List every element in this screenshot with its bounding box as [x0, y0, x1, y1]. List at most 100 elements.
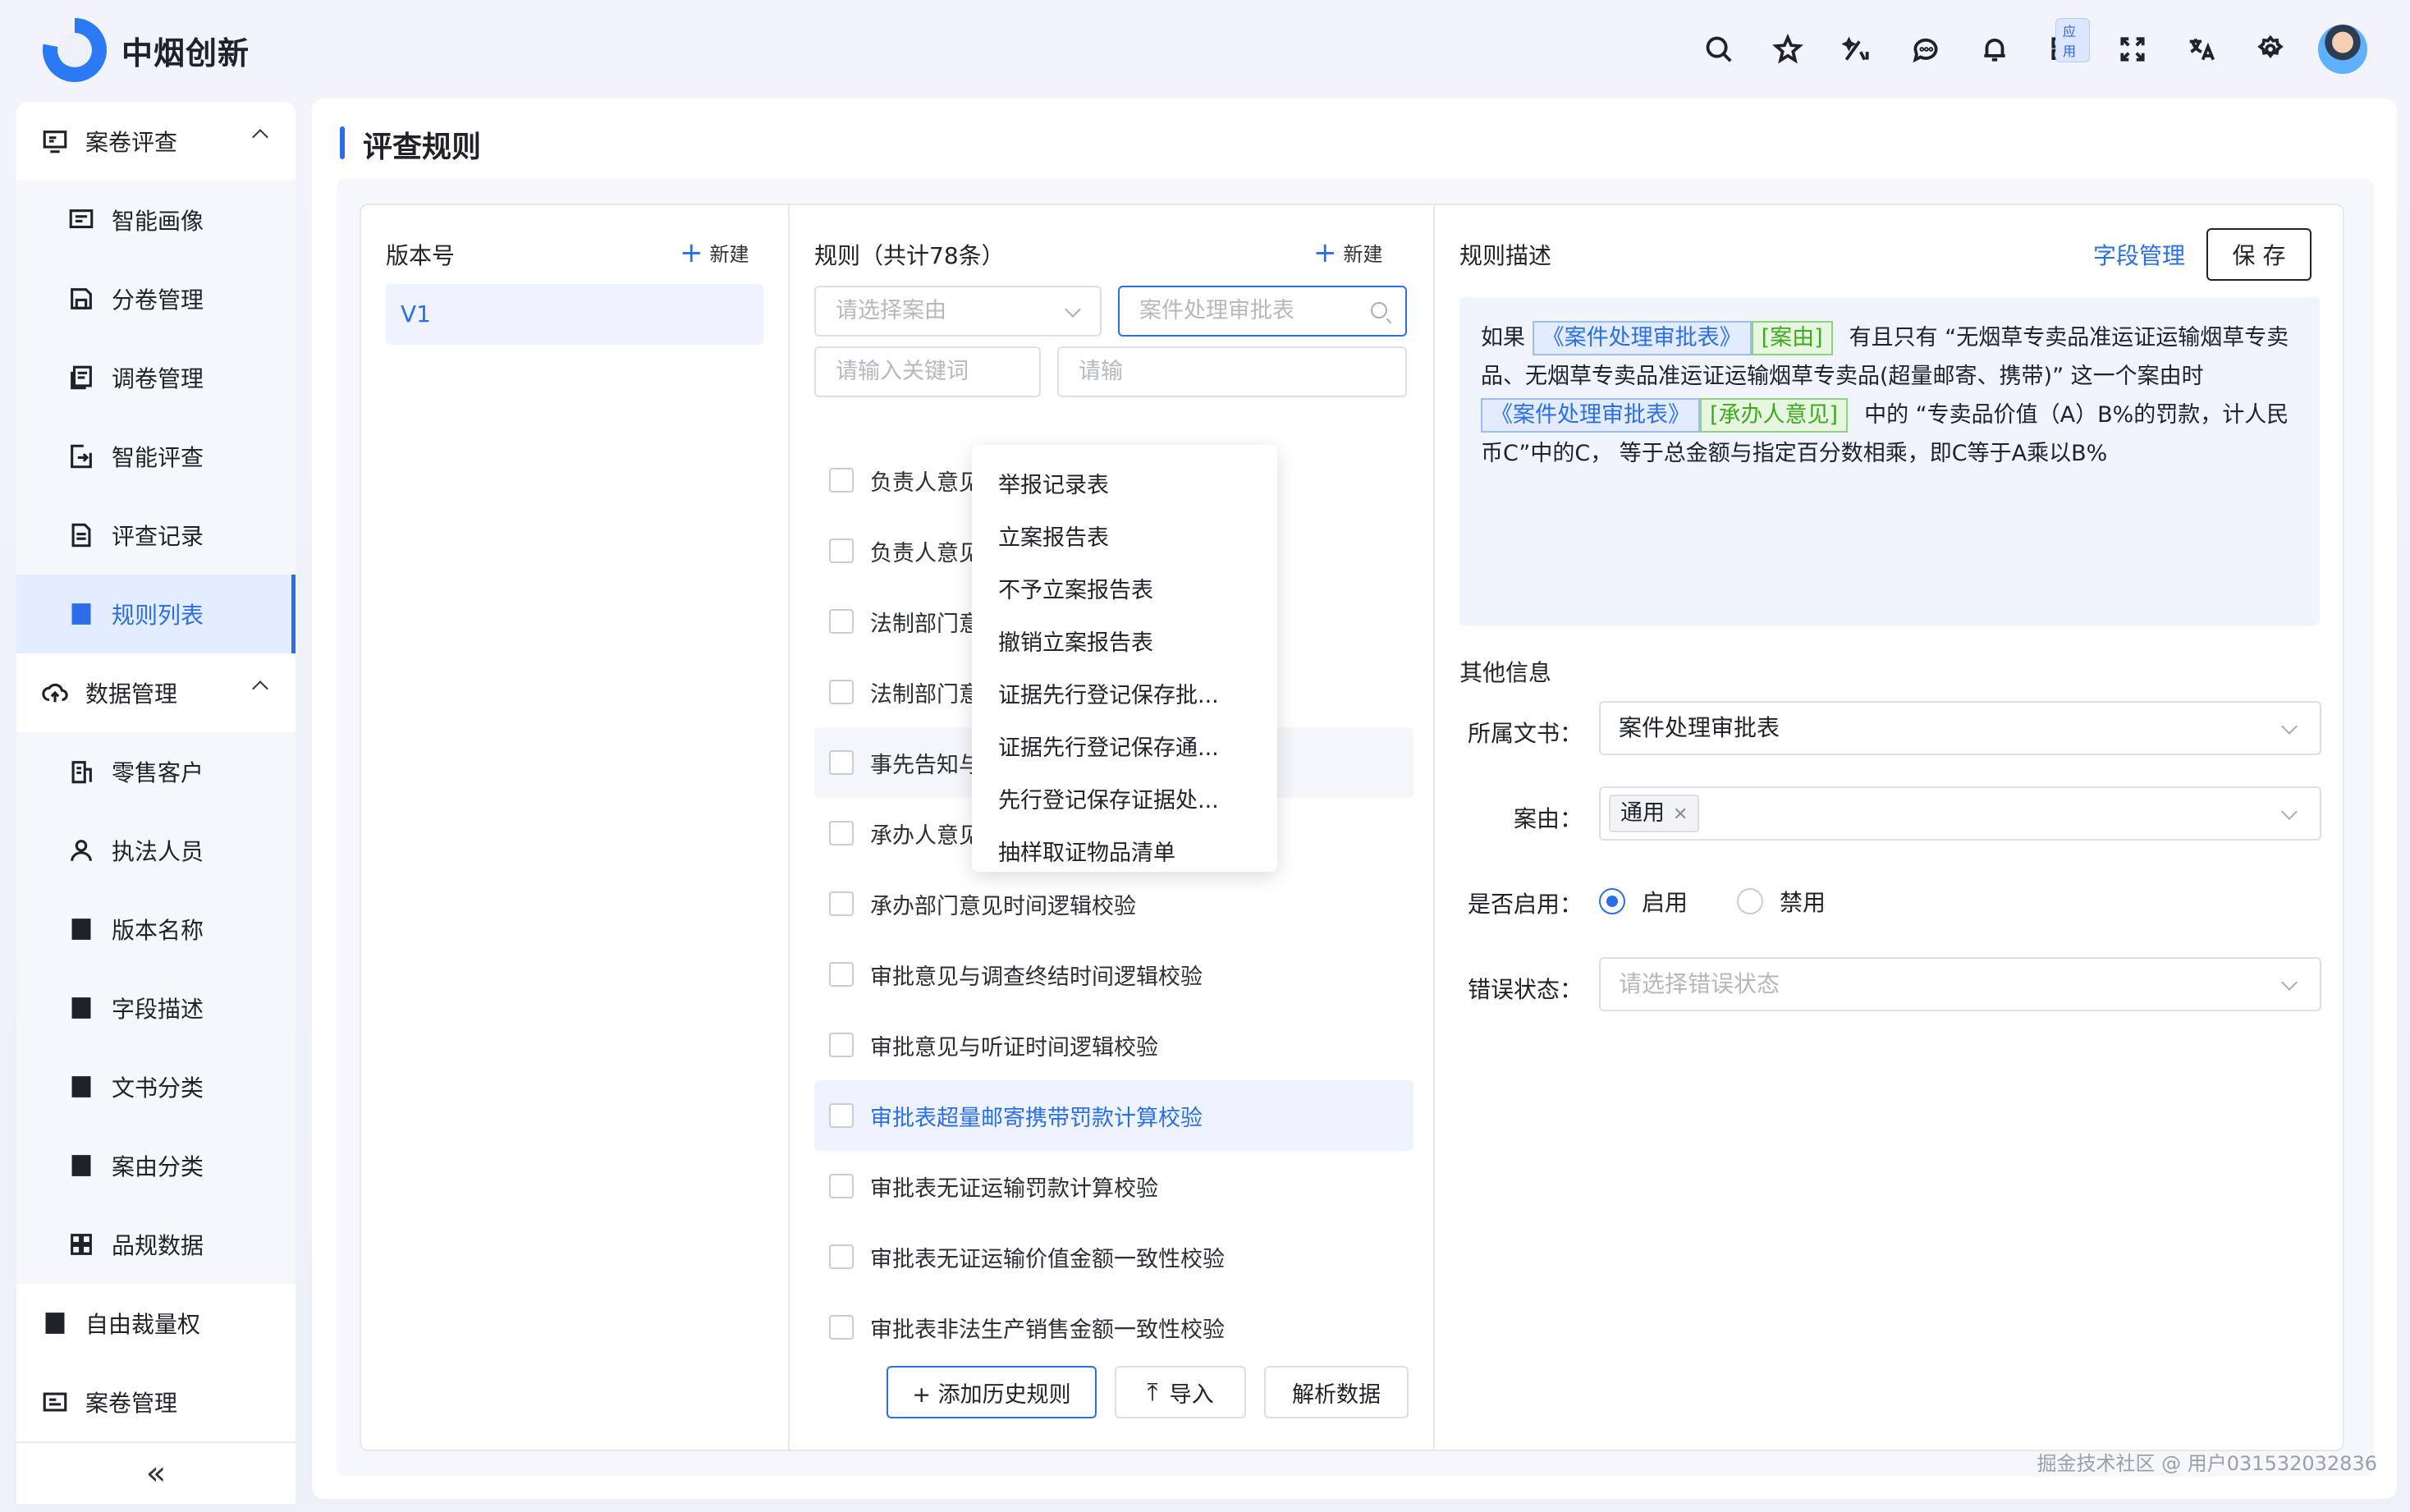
sidebar-group-label: 数据管理	[85, 680, 178, 708]
checkbox[interactable]	[829, 680, 854, 704]
keyword-input-2[interactable]: 请输	[1057, 346, 1407, 397]
rule-label: 审批意见与听证时间逻辑校验	[870, 1034, 1158, 1061]
doc-tag: 《案件处理审批表》	[1532, 321, 1752, 355]
case-select[interactable]: 请选择案由	[814, 286, 1102, 337]
chevron-down-icon	[2281, 804, 2298, 820]
doc-dropdown: 举报记录表 立案报告表 不予立案报告表 撤销立案报告表 证据先行登记保存批...…	[972, 445, 1277, 872]
sidebar-group-case-review[interactable]: 案卷评查	[16, 102, 296, 181]
apps-icon[interactable]: 应用	[2037, 18, 2090, 76]
search-icon[interactable]	[1693, 23, 1745, 76]
dropdown-option[interactable]: 撤销立案报告表	[972, 617, 1277, 670]
sidebar-item-label: 版本名称	[112, 917, 204, 944]
error-select[interactable]: 请选择错误状态	[1599, 957, 2321, 1011]
chat-icon[interactable]	[1899, 23, 1952, 76]
sidebar-item-case-files[interactable]: 案卷管理	[16, 1363, 296, 1440]
chevron-up-icon[interactable]	[252, 680, 268, 697]
sidebar-item-label: 字段描述	[112, 996, 204, 1023]
checkbox[interactable]	[829, 538, 854, 563]
star-icon[interactable]	[1762, 23, 1814, 76]
case-multiselect[interactable]: 通用 ✕	[1599, 786, 2321, 841]
list-item[interactable]: 审批表非法生产销售金额一致性校验	[814, 1292, 1413, 1363]
upload-icon: ⤒	[1147, 1377, 1158, 1407]
list-item[interactable]: 审批意见与听证时间逻辑校验	[814, 1010, 1413, 1080]
checkbox[interactable]	[829, 821, 854, 845]
dropdown-option[interactable]: 举报记录表	[972, 460, 1277, 512]
sidebar-submenu-case: 智能画像 分卷管理 调卷管理 智能评查 评查记录 规则列表	[16, 181, 296, 653]
list-item[interactable]: 审批表无证运输价值金额一致性校验	[814, 1221, 1413, 1292]
checkbox[interactable]	[829, 1174, 854, 1198]
radio-enable-label[interactable]: 启用	[1642, 885, 1688, 918]
ai-wand-icon[interactable]	[1830, 23, 1883, 76]
checkbox[interactable]	[829, 468, 854, 493]
avatar[interactable]	[2318, 25, 2367, 74]
checkbox[interactable]	[829, 1103, 854, 1128]
sidebar-item-case-class[interactable]: 案由分类	[16, 1126, 296, 1205]
plus-icon: +	[680, 236, 703, 269]
dropdown-option[interactable]: 先行登记保存证据处...	[972, 775, 1277, 827]
dropdown-option[interactable]: 立案报告表	[972, 512, 1277, 565]
bell-icon[interactable]	[1968, 23, 2021, 76]
case-select-placeholder: 请选择案由	[836, 298, 946, 323]
version-item[interactable]: V1	[386, 284, 763, 345]
dropdown-option[interactable]: 证据先行登记保存通...	[972, 722, 1277, 775]
new-rule-button[interactable]: + 新建	[1313, 238, 1383, 267]
gear-icon[interactable]	[2244, 23, 2297, 76]
sidebar-item-version-names[interactable]: 版本名称	[16, 890, 296, 969]
building-icon	[71, 761, 92, 784]
checkbox[interactable]	[829, 891, 854, 916]
checkbox[interactable]	[829, 1315, 854, 1340]
close-icon[interactable]: ✕	[1673, 804, 1688, 825]
radio-disable[interactable]	[1737, 888, 1764, 914]
field-manage-link[interactable]: 字段管理	[2093, 238, 2185, 271]
checkbox[interactable]	[829, 1033, 854, 1057]
save-button[interactable]: 保 存	[2206, 228, 2311, 281]
enable-radio-group: 启用 禁用	[1599, 885, 1826, 918]
sidebar-item-volume[interactable]: 分卷管理	[16, 259, 296, 338]
sidebar-item-rule-list[interactable]: 规则列表	[16, 575, 296, 653]
list-item[interactable]: 审批表无证运输罚款计算校验	[814, 1151, 1413, 1221]
search-icon	[1371, 302, 1387, 318]
rule-description[interactable]: 如果 《案件处理审批表》 [案由] 有且只有 “无烟草专卖品准运证运输烟草专卖品、无…	[1459, 297, 2320, 625]
keyword-placeholder: 请输入关键词	[836, 359, 969, 384]
checkbox[interactable]	[829, 1244, 854, 1269]
parse-data-button[interactable]: 解析数据	[1264, 1366, 1409, 1418]
logo[interactable]: 中烟创新	[43, 18, 250, 82]
list-icon	[71, 1076, 91, 1097]
sidebar-item-review-log[interactable]: 评查记录	[16, 496, 296, 575]
checkbox[interactable]	[829, 750, 854, 775]
sidebar-collapse-button[interactable]: «	[16, 1441, 296, 1504]
radio-disable-label[interactable]: 禁用	[1780, 885, 1826, 918]
add-history-rule-button[interactable]: + 添加历史规则	[887, 1366, 1097, 1418]
new-version-button[interactable]: + 新建	[680, 238, 749, 267]
sidebar-item-field-desc[interactable]: 字段描述	[16, 969, 296, 1047]
dropdown-option[interactable]: 证据先行登记保存批...	[972, 670, 1277, 722]
keyword-input[interactable]: 请输入关键词	[814, 346, 1041, 397]
folder-list-icon	[43, 1392, 67, 1412]
sidebar-submenu-data: 零售客户 执法人员 版本名称 字段描述 文书分类 案由分类 品规数据	[16, 732, 296, 1284]
chevron-up-icon[interactable]	[252, 129, 268, 145]
sidebar-item-discretion[interactable]: 自由裁量权	[16, 1284, 296, 1363]
import-button[interactable]: ⤒ 导入	[1115, 1366, 1246, 1418]
sidebar-item-product-data[interactable]: 品规数据	[16, 1205, 296, 1284]
checkbox[interactable]	[829, 609, 854, 634]
list-item[interactable]: 审批意见与调查终结时间逻辑校验	[814, 939, 1413, 1010]
list-item-selected[interactable]: 审批表超量邮寄携带罚款计算校验	[814, 1080, 1413, 1151]
sidebar-item-retail[interactable]: 零售客户	[16, 732, 296, 811]
sidebar-item-transfer[interactable]: 调卷管理	[16, 338, 296, 417]
apps-badge: 应用	[2055, 18, 2090, 62]
dropdown-option[interactable]: 抽样取证物品清单	[972, 827, 1277, 880]
translate-icon[interactable]	[2175, 23, 2228, 76]
sidebar-item-label: 调卷管理	[112, 365, 204, 392]
list-icon	[71, 919, 91, 940]
sidebar-item-officers[interactable]: 执法人员	[16, 811, 296, 890]
radio-enable[interactable]	[1599, 888, 1625, 914]
doc-select[interactable]: 案件处理审批表	[1118, 286, 1407, 337]
fullscreen-icon[interactable]	[2106, 23, 2159, 76]
sidebar-item-smart-review[interactable]: 智能评查	[16, 417, 296, 496]
checkbox[interactable]	[829, 962, 854, 987]
sidebar-item-profile[interactable]: 智能画像	[16, 181, 296, 259]
sidebar-item-doc-class[interactable]: 文书分类	[16, 1047, 296, 1126]
sidebar-group-data[interactable]: 数据管理	[16, 653, 296, 732]
doc-select-field[interactable]: 案件处理审批表	[1599, 701, 2321, 755]
dropdown-option[interactable]: 不予立案报告表	[972, 565, 1277, 617]
